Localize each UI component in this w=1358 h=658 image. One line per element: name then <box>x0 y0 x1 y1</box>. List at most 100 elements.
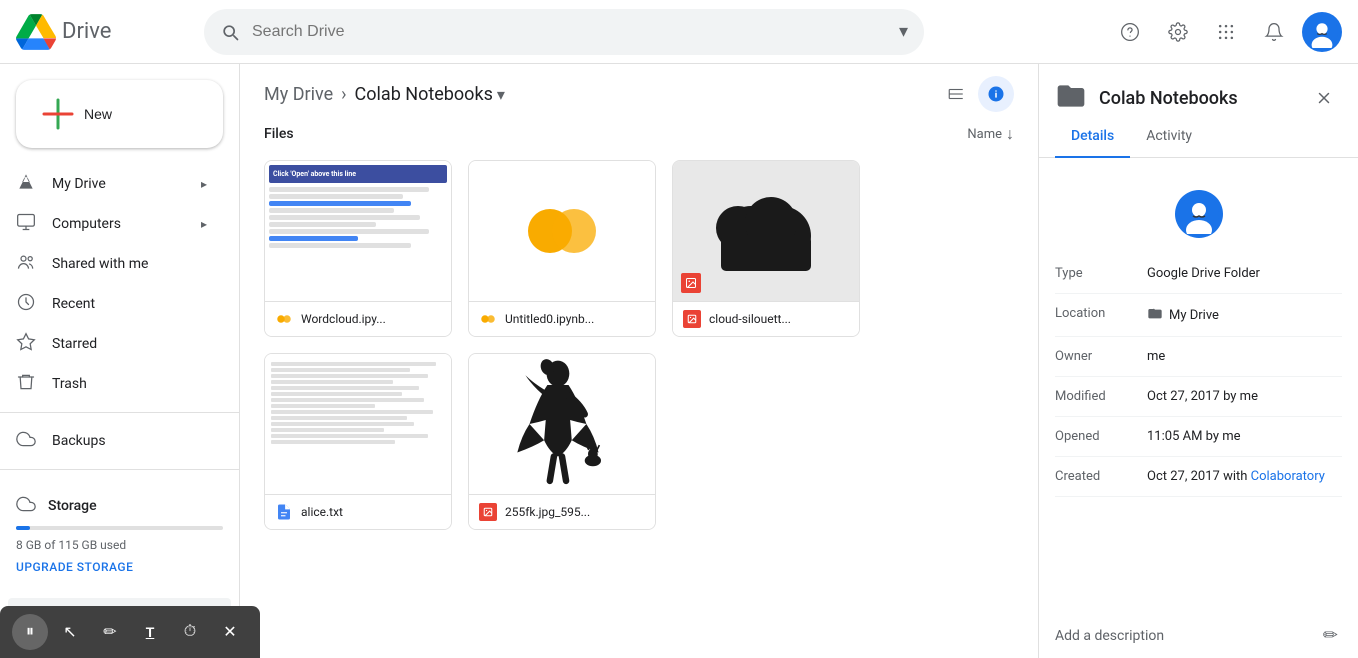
sidebar-item-recent-label: Recent <box>52 296 95 312</box>
storage-title[interactable]: Storage <box>16 494 223 518</box>
cloud-icon <box>16 429 36 453</box>
file-name-alice-txt: alice.txt <box>301 505 441 519</box>
storage-bar-bg <box>16 526 223 530</box>
detail-panel-title: Colab Notebooks <box>1099 88 1238 109</box>
list-view-icon <box>947 85 965 103</box>
sidebar-item-starred-label: Starred <box>52 336 97 352</box>
sidebar-item-computers-label: Computers <box>52 216 121 232</box>
file-thumbnail-255fk <box>469 354 655 494</box>
sidebar-item-starred[interactable]: Starred <box>0 324 223 364</box>
info-button[interactable] <box>978 76 1014 112</box>
toolbar-pause-button[interactable]: ⏸ <box>12 614 48 650</box>
sidebar-item-my-drive[interactable]: My Drive ▸ <box>0 164 223 204</box>
breadcrumb-parent-link[interactable]: My Drive <box>264 84 333 105</box>
apps-button[interactable] <box>1206 12 1246 52</box>
my-drive-icon <box>16 172 36 196</box>
detail-panel-close-button[interactable] <box>1306 80 1342 116</box>
sidebar-item-trash[interactable]: Trash <box>0 364 223 404</box>
sidebar: New My Drive ▸ <box>0 64 240 658</box>
toolbar-highlight-button[interactable]: T <box>132 614 168 650</box>
colab-logo-large <box>522 191 602 271</box>
files-title: Files <box>264 126 294 142</box>
detail-row-modified: Modified Oct 27, 2017 by me <box>1055 377 1342 417</box>
sidebar-item-shared-label: Shared with me <box>52 256 148 272</box>
apps-icon <box>1216 22 1236 42</box>
help-button[interactable] <box>1110 12 1150 52</box>
created-value: Oct 27, 2017 with Colaboratory <box>1147 469 1342 484</box>
search-icon <box>220 22 240 42</box>
file-thumbnail-cloud <box>673 161 859 301</box>
logo-text: Drive <box>62 19 111 44</box>
file-thumbnail-wordcloud: Click 'Open' above this line <box>265 161 451 301</box>
toolbar-timer-button[interactable]: ⏱ <box>172 614 208 650</box>
sidebar-item-recent[interactable]: Recent <box>0 284 223 324</box>
settings-button[interactable] <box>1158 12 1198 52</box>
txt-file-icon <box>275 503 293 521</box>
folder-icon-detail <box>1055 80 1087 112</box>
toolbar-cursor-button[interactable]: ↖ <box>52 614 88 650</box>
sidebar-item-computers[interactable]: Computers ▸ <box>0 204 223 244</box>
created-link[interactable]: Colaboratory <box>1251 469 1325 484</box>
detail-content: Type Google Drive Folder Location My Dri… <box>1039 254 1358 605</box>
alice-silhouette-svg <box>502 359 622 489</box>
storage-used-text: 8 GB of 115 GB used <box>16 538 223 552</box>
storage-label: Storage <box>48 498 97 514</box>
bottom-toolbar: ⏸ ↖ ✏ T ⏱ ✕ <box>0 606 260 658</box>
tab-details[interactable]: Details <box>1055 116 1130 158</box>
sidebar-item-backups-label: Backups <box>52 433 106 449</box>
file-card-alice-txt[interactable]: alice.txt <box>264 353 452 530</box>
file-thumbnail-alice-txt <box>265 354 451 494</box>
file-card-wordcloud[interactable]: Click 'Open' above this line <box>264 160 452 337</box>
colab-file-icon-1 <box>275 310 293 328</box>
breadcrumb-current[interactable]: Colab Notebooks ▾ <box>355 84 505 105</box>
colab-file-icon-2 <box>479 310 497 328</box>
upgrade-storage-link[interactable]: UPGRADE STORAGE <box>16 560 223 574</box>
file-card-untitled[interactable]: Untitled0.ipynb... <box>468 160 656 337</box>
search-chevron-icon[interactable]: ▾ <box>899 21 908 42</box>
files-header: Files Name ↓ <box>264 124 1014 144</box>
logo-area: Drive <box>16 12 196 52</box>
add-description-area: Add a description ✏ <box>1039 605 1358 658</box>
opened-label: Opened <box>1055 429 1135 444</box>
sort-button[interactable]: Name ↓ <box>967 124 1014 144</box>
drive-logo-icon <box>16 12 56 52</box>
multicolor-plus-icon <box>40 96 76 132</box>
opened-value: 11:05 AM by me <box>1147 429 1342 444</box>
file-footer-wordcloud: Wordcloud.ipy... <box>265 301 451 336</box>
search-bar[interactable]: ▾ <box>204 9 924 55</box>
star-icon <box>16 332 36 356</box>
breadcrumb: My Drive › Colab Notebooks ▾ <box>264 84 505 105</box>
new-button[interactable]: New <box>16 80 223 148</box>
sidebar-item-backups[interactable]: Backups <box>0 421 223 461</box>
main-content: My Drive › Colab Notebooks ▾ <box>240 64 1038 658</box>
expand-icon: ▸ <box>201 177 207 191</box>
file-card-cloud[interactable]: cloud-silouett... <box>672 160 860 337</box>
sidebar-item-shared[interactable]: Shared with me <box>0 244 223 284</box>
tab-activity[interactable]: Activity <box>1130 116 1208 158</box>
notifications-button[interactable] <box>1254 12 1294 52</box>
breadcrumb-bar: My Drive › Colab Notebooks ▾ <box>240 64 1038 124</box>
toolbar-pen-button[interactable]: ✏ <box>92 614 128 650</box>
image-file-icon-cloud <box>683 310 701 328</box>
sidebar-divider-2 <box>0 469 239 470</box>
type-value: Google Drive Folder <box>1147 266 1342 281</box>
user-avatar[interactable] <box>1302 12 1342 52</box>
help-icon <box>1120 22 1140 42</box>
edit-description-icon[interactable]: ✏ <box>1319 621 1342 650</box>
detail-avatar-image <box>1179 194 1219 234</box>
location-value: My Drive <box>1147 306 1342 324</box>
file-name-255fk: 255fk.jpg_595... <box>505 505 645 519</box>
detail-row-owner: Owner me <box>1055 337 1342 377</box>
created-text: Oct 27, 2017 with <box>1147 469 1251 484</box>
search-input[interactable] <box>252 23 887 41</box>
people-icon <box>16 252 36 276</box>
computer-icon <box>16 212 36 236</box>
breadcrumb-current-label: Colab Notebooks <box>355 84 493 105</box>
modified-label: Modified <box>1055 389 1135 404</box>
list-view-button[interactable] <box>938 76 974 112</box>
toolbar-close-button[interactable]: ✕ <box>212 614 248 650</box>
file-card-255fk[interactable]: 255fk.jpg_595... <box>468 353 656 530</box>
detail-row-opened: Opened 11:05 AM by me <box>1055 417 1342 457</box>
breadcrumb-dropdown-icon: ▾ <box>497 85 505 104</box>
location-label: Location <box>1055 306 1135 324</box>
